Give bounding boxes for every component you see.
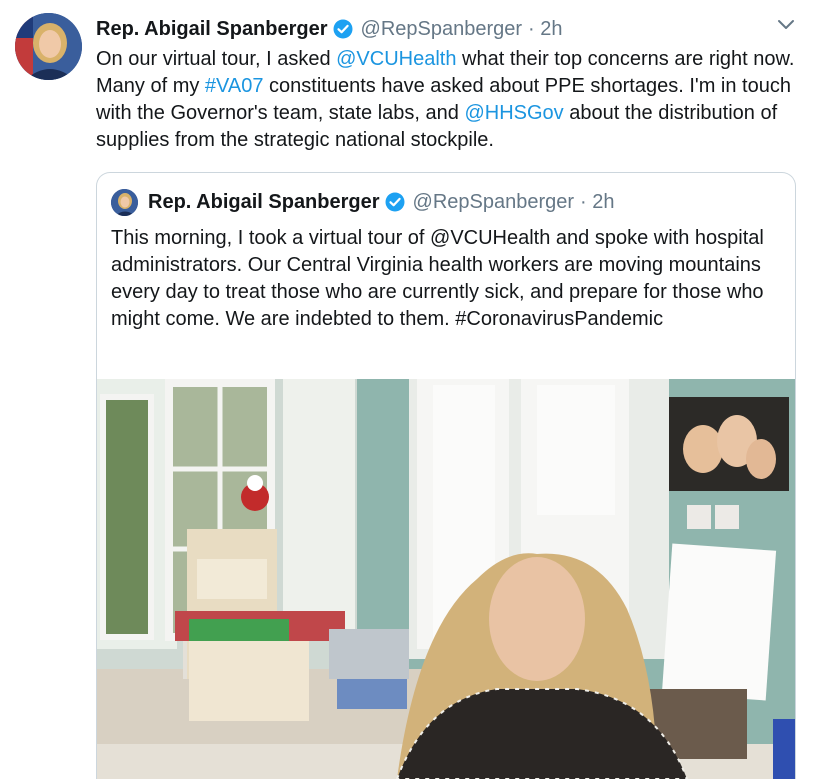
- tweet-header: Rep. Abigail Spanberger @RepSpanberger ·…: [96, 16, 563, 42]
- tweet-timestamp[interactable]: · 2h: [528, 18, 562, 41]
- quoted-tweet-header: Rep. Abigail Spanberger @RepSpanberger ·…: [111, 188, 615, 216]
- quoted-tweet[interactable]: Rep. Abigail Spanberger @RepSpanberger ·…: [96, 172, 796, 779]
- tweet[interactable]: Rep. Abigail Spanberger @RepSpanberger ·…: [0, 0, 833, 779]
- quoted-author-name: Rep. Abigail Spanberger: [148, 190, 380, 213]
- quoted-tweet-photo[interactable]: [97, 379, 795, 779]
- mention-link[interactable]: @HHSGov: [464, 102, 563, 124]
- verified-badge-icon: [385, 192, 405, 212]
- author-avatar[interactable]: [15, 13, 82, 80]
- verified-badge-icon: [333, 19, 353, 39]
- tweet-text: On our virtual tour, I asked @VCUHealth …: [96, 46, 806, 154]
- author-name[interactable]: Rep. Abigail Spanberger: [96, 18, 328, 41]
- author-handle[interactable]: @RepSpanberger: [361, 18, 523, 41]
- mention-link[interactable]: @VCUHealth: [336, 48, 456, 70]
- quoted-author-avatar: [111, 188, 138, 216]
- quoted-author-handle: @RepSpanberger: [412, 190, 575, 213]
- chevron-down-icon[interactable]: [776, 17, 796, 33]
- quoted-tweet-text: This morning, I took a virtual tour of @…: [111, 227, 764, 330]
- tweet-text-part: On our virtual tour, I asked: [96, 48, 337, 70]
- hashtag-link[interactable]: #VA07: [205, 75, 264, 97]
- quoted-timestamp: · 2h: [580, 190, 615, 213]
